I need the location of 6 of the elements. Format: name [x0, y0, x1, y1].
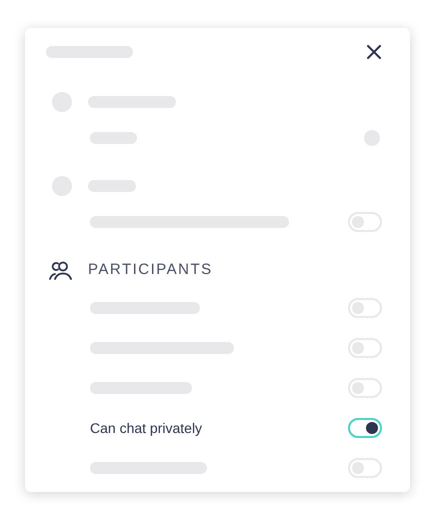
toggle-switch[interactable]	[348, 418, 382, 438]
setting-label: Can chat privately	[90, 418, 202, 438]
people-icon	[49, 260, 72, 280]
close-button[interactable]	[366, 44, 382, 60]
close-icon	[367, 45, 381, 59]
section-title: PARTICIPANTS	[88, 260, 213, 280]
